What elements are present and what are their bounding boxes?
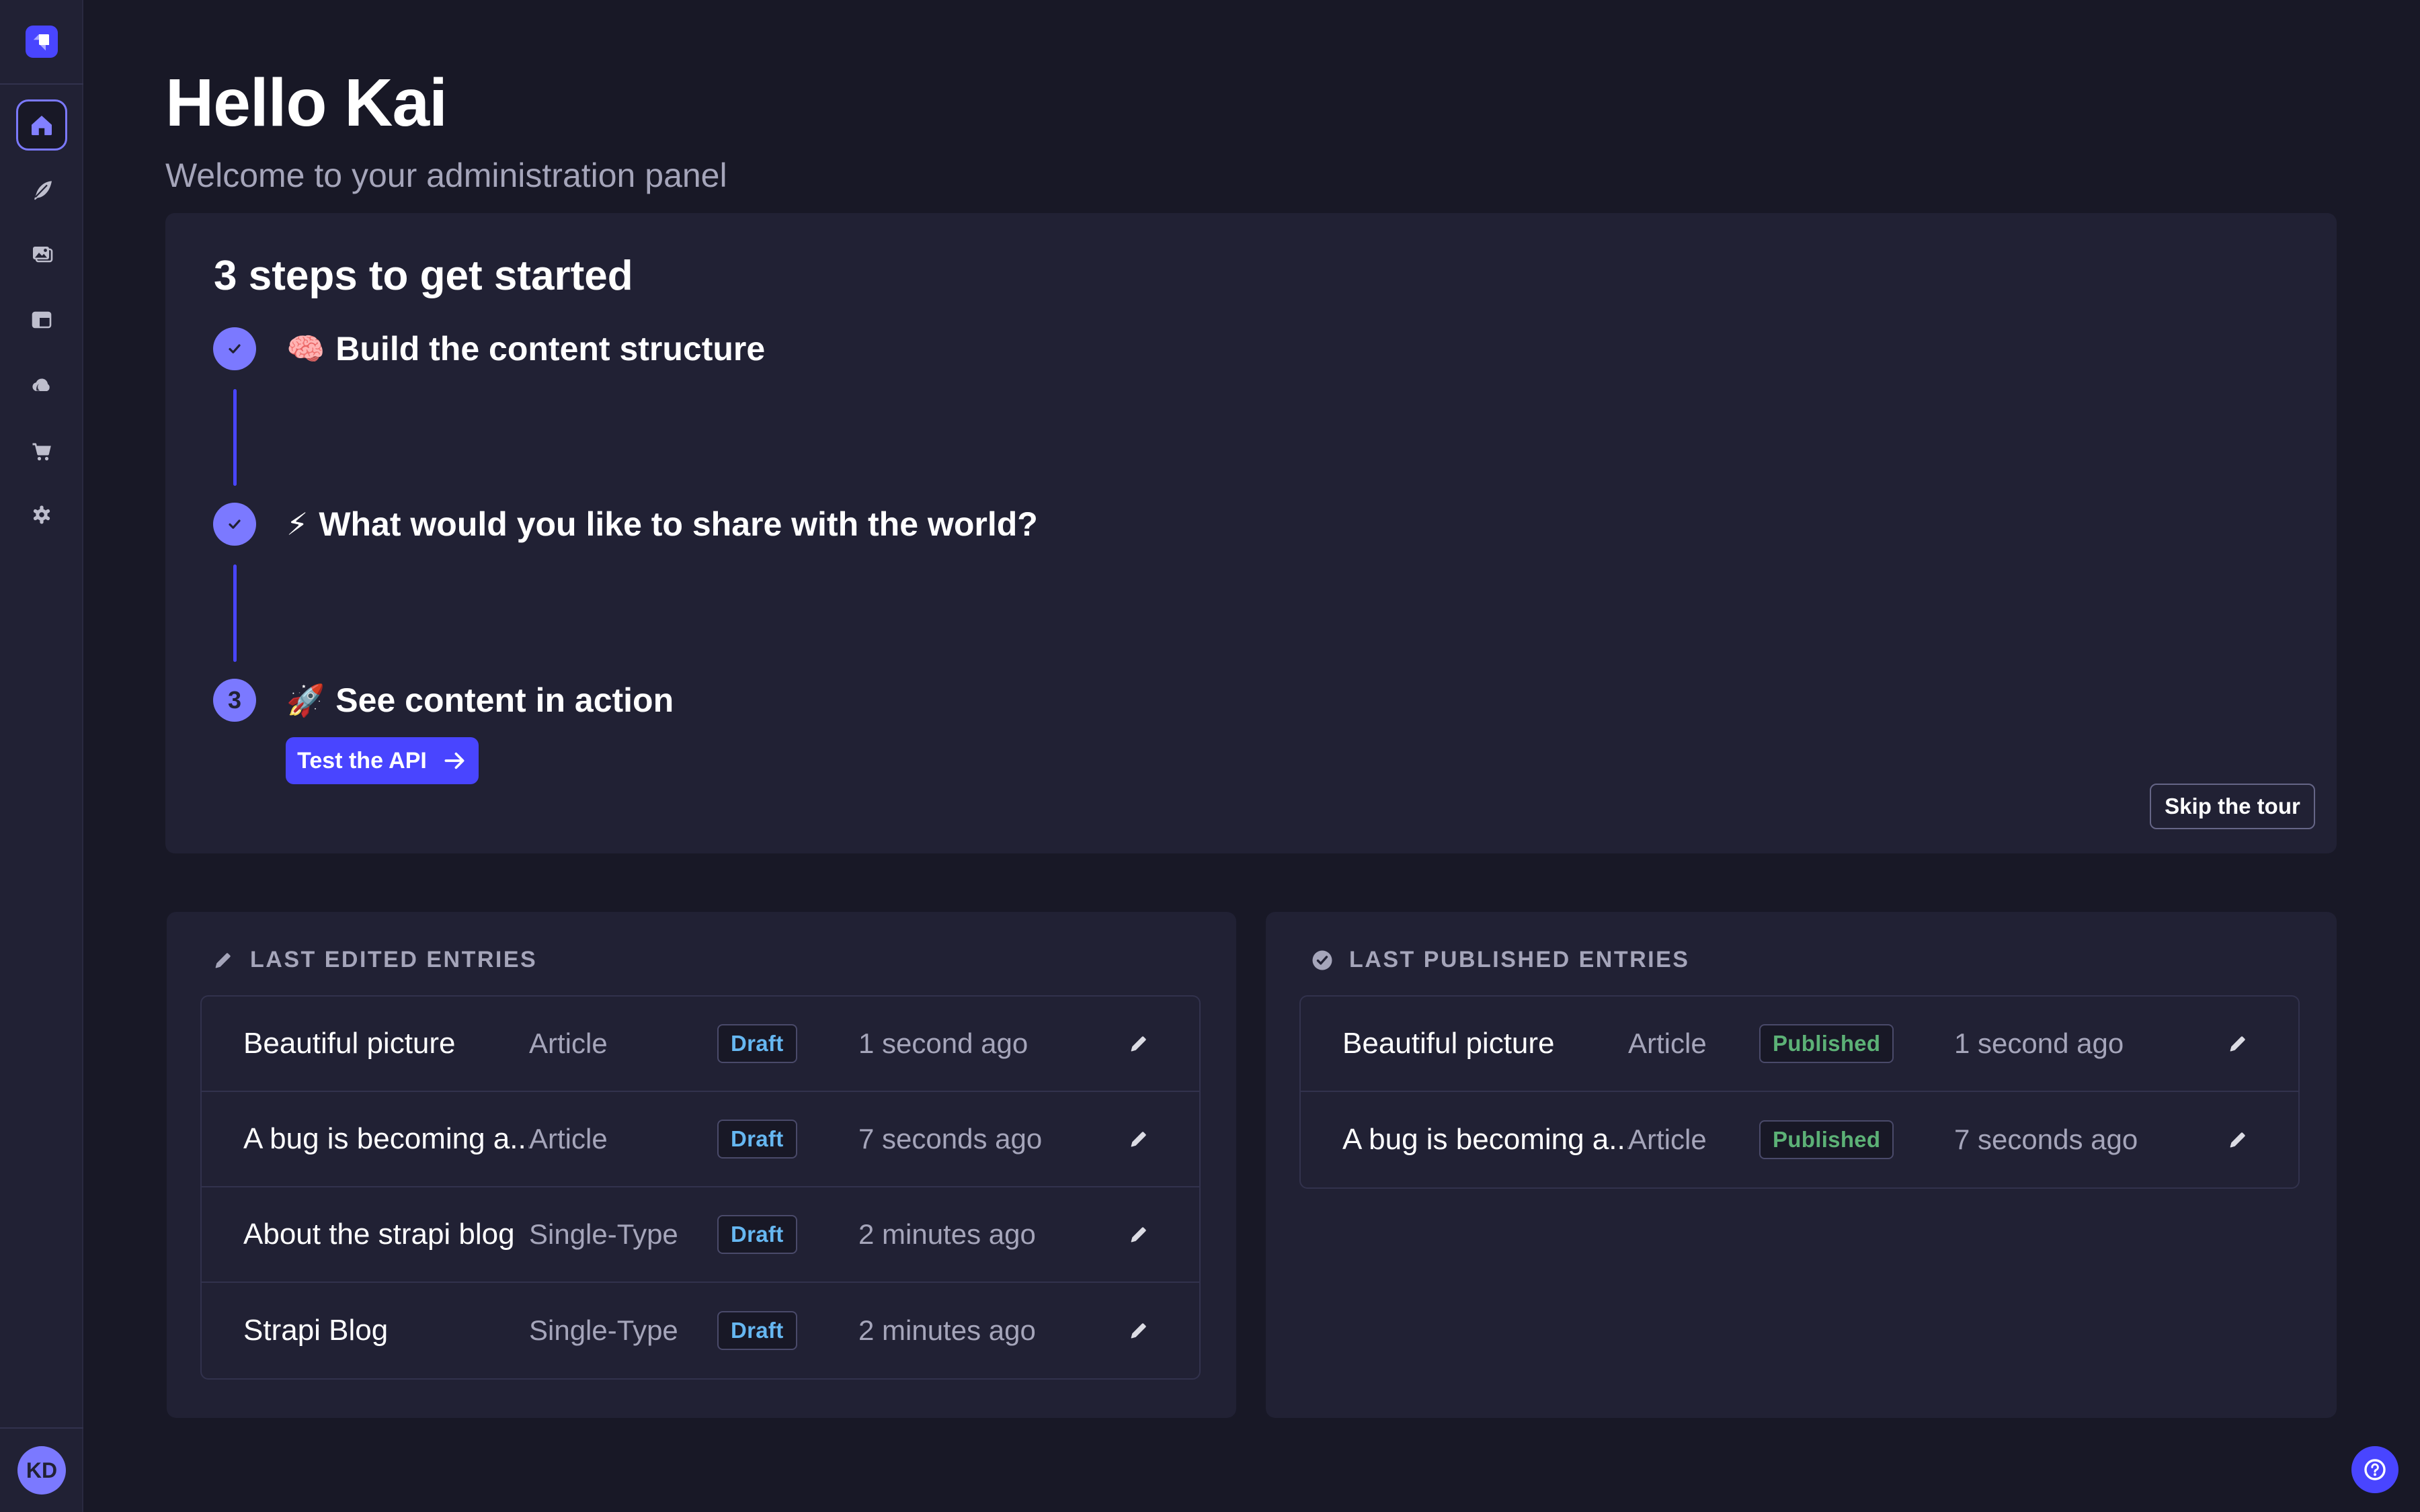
home-icon xyxy=(28,112,55,138)
last-edited-table: Beautiful picture Article Draft 1 second… xyxy=(200,995,1201,1380)
entry-type: Single-Type xyxy=(529,1314,717,1347)
brain-emoji: 🧠 xyxy=(286,331,325,368)
lightning-emoji: ⚡ xyxy=(286,506,308,542)
last-published-table: Beautiful picture Article Published 1 se… xyxy=(1299,995,2300,1189)
entry-title: A bug is becoming a... xyxy=(1342,1123,1628,1157)
main-content: Hello Kai Welcome to your administration… xyxy=(83,0,2420,1512)
entry-title: About the strapi blog xyxy=(243,1218,529,1251)
status-badge: Draft xyxy=(717,1311,797,1350)
pencil-icon xyxy=(2226,1128,2250,1152)
step-connector xyxy=(233,564,237,662)
entry-type: Article xyxy=(529,1123,717,1155)
entry-title: Strapi Blog xyxy=(243,1314,529,1347)
entry-time: 1 second ago xyxy=(858,1027,1120,1060)
table-row: A bug is becoming a... Article Draft 7 s… xyxy=(202,1092,1199,1187)
entry-time: 2 minutes ago xyxy=(858,1314,1120,1347)
widget-header: LAST PUBLISHED ENTRIES xyxy=(1310,947,1689,973)
sidebar-divider xyxy=(0,83,83,85)
sidebar-item-home[interactable] xyxy=(16,99,67,151)
sidebar-item-marketplace[interactable] xyxy=(30,439,54,463)
sidebar-item-content-type-builder[interactable] xyxy=(30,178,54,202)
edit-entry-button[interactable] xyxy=(1120,1312,1158,1349)
entry-title: Beautiful picture xyxy=(243,1027,529,1060)
sidebar-item-settings[interactable] xyxy=(30,503,54,527)
pencil-icon xyxy=(2226,1032,2250,1056)
edit-entry-button[interactable] xyxy=(2219,1025,2257,1062)
cloud-icon xyxy=(30,372,54,396)
avatar-initials: KD xyxy=(26,1458,57,1483)
status-badge: Published xyxy=(1759,1120,1894,1159)
pencil-icon xyxy=(1127,1318,1151,1343)
widget-title: LAST PUBLISHED ENTRIES xyxy=(1349,947,1689,973)
entry-type: Article xyxy=(529,1027,717,1060)
feather-icon xyxy=(30,178,54,202)
step-2-label[interactable]: ⚡ What would you like to share with the … xyxy=(286,503,1038,546)
entry-title: A bug is becoming a... xyxy=(243,1122,529,1156)
check-icon xyxy=(224,513,245,535)
pencil-icon xyxy=(1127,1222,1151,1247)
entry-time: 7 seconds ago xyxy=(858,1123,1120,1155)
strapi-logo[interactable] xyxy=(26,26,58,58)
sidebar-item-layouts[interactable] xyxy=(30,308,54,332)
step-2-check-circle xyxy=(213,503,256,546)
status-badge: Draft xyxy=(717,1024,797,1063)
question-mark-icon xyxy=(2362,1456,2388,1483)
entry-type: Article xyxy=(1628,1027,1759,1060)
pencil-icon xyxy=(1127,1127,1151,1151)
page-subtitle: Welcome to your administration panel xyxy=(165,156,727,195)
sidebar: KD xyxy=(0,0,83,1512)
table-row: About the strapi blog Single-Type Draft … xyxy=(202,1187,1199,1283)
sidebar-item-cloud[interactable] xyxy=(30,372,54,396)
widget-title: LAST EDITED ENTRIES xyxy=(250,947,537,973)
widget-header: LAST EDITED ENTRIES xyxy=(211,947,537,973)
edit-entry-button[interactable] xyxy=(1120,1120,1158,1158)
edit-entry-button[interactable] xyxy=(2219,1121,2257,1159)
skip-the-tour-button[interactable]: Skip the tour xyxy=(2150,784,2315,829)
entry-title: Beautiful picture xyxy=(1342,1027,1628,1060)
check-icon xyxy=(224,338,245,360)
step-3-number-circle: 3 xyxy=(213,679,256,722)
step-connector xyxy=(233,389,237,486)
entry-time: 7 seconds ago xyxy=(1954,1124,2219,1156)
step-1-label[interactable]: 🧠 Build the content structure xyxy=(286,327,765,370)
check-circle-icon xyxy=(1310,948,1334,972)
edit-entry-button[interactable] xyxy=(1120,1025,1158,1062)
entry-type: Single-Type xyxy=(529,1218,717,1251)
table-row: A bug is becoming a... Article Published… xyxy=(1301,1092,2298,1187)
arrow-right-icon xyxy=(442,748,467,773)
help-button[interactable] xyxy=(2351,1446,2398,1493)
entry-time: 1 second ago xyxy=(1954,1027,2219,1060)
edit-entry-button[interactable] xyxy=(1120,1216,1158,1253)
page-title: Hello Kai xyxy=(165,65,447,142)
sidebar-divider xyxy=(0,1427,83,1429)
shopping-cart-icon xyxy=(30,439,54,463)
gear-icon xyxy=(30,503,54,527)
pencil-icon xyxy=(211,948,235,972)
guided-tour-card: 3 steps to get started 🧠 Build the conte… xyxy=(165,213,2337,853)
images-icon xyxy=(30,242,54,266)
layout-icon xyxy=(30,308,54,332)
guided-tour-title: 3 steps to get started xyxy=(214,252,633,300)
sidebar-item-media-library[interactable] xyxy=(30,242,54,266)
rocket-emoji: 🚀 xyxy=(286,682,325,719)
entry-type: Article xyxy=(1628,1124,1759,1156)
step-number: 3 xyxy=(228,686,241,714)
table-row: Beautiful picture Article Draft 1 second… xyxy=(202,997,1199,1092)
status-badge: Draft xyxy=(717,1120,797,1159)
avatar[interactable]: KD xyxy=(17,1446,66,1495)
last-edited-entries-widget: LAST EDITED ENTRIES Beautiful picture Ar… xyxy=(167,912,1236,1418)
step-1-check-circle xyxy=(213,327,256,370)
table-row: Strapi Blog Single-Type Draft 2 minutes … xyxy=(202,1283,1199,1378)
status-badge: Published xyxy=(1759,1024,1894,1063)
table-row: Beautiful picture Article Published 1 se… xyxy=(1301,997,2298,1092)
test-the-api-button[interactable]: Test the API xyxy=(286,737,479,784)
strapi-logo-icon xyxy=(26,26,58,58)
step-3-label[interactable]: 🚀 See content in action xyxy=(286,679,674,722)
status-badge: Draft xyxy=(717,1215,797,1254)
pencil-icon xyxy=(1127,1032,1151,1056)
last-published-entries-widget: LAST PUBLISHED ENTRIES Beautiful picture… xyxy=(1266,912,2337,1418)
entry-time: 2 minutes ago xyxy=(858,1218,1120,1251)
